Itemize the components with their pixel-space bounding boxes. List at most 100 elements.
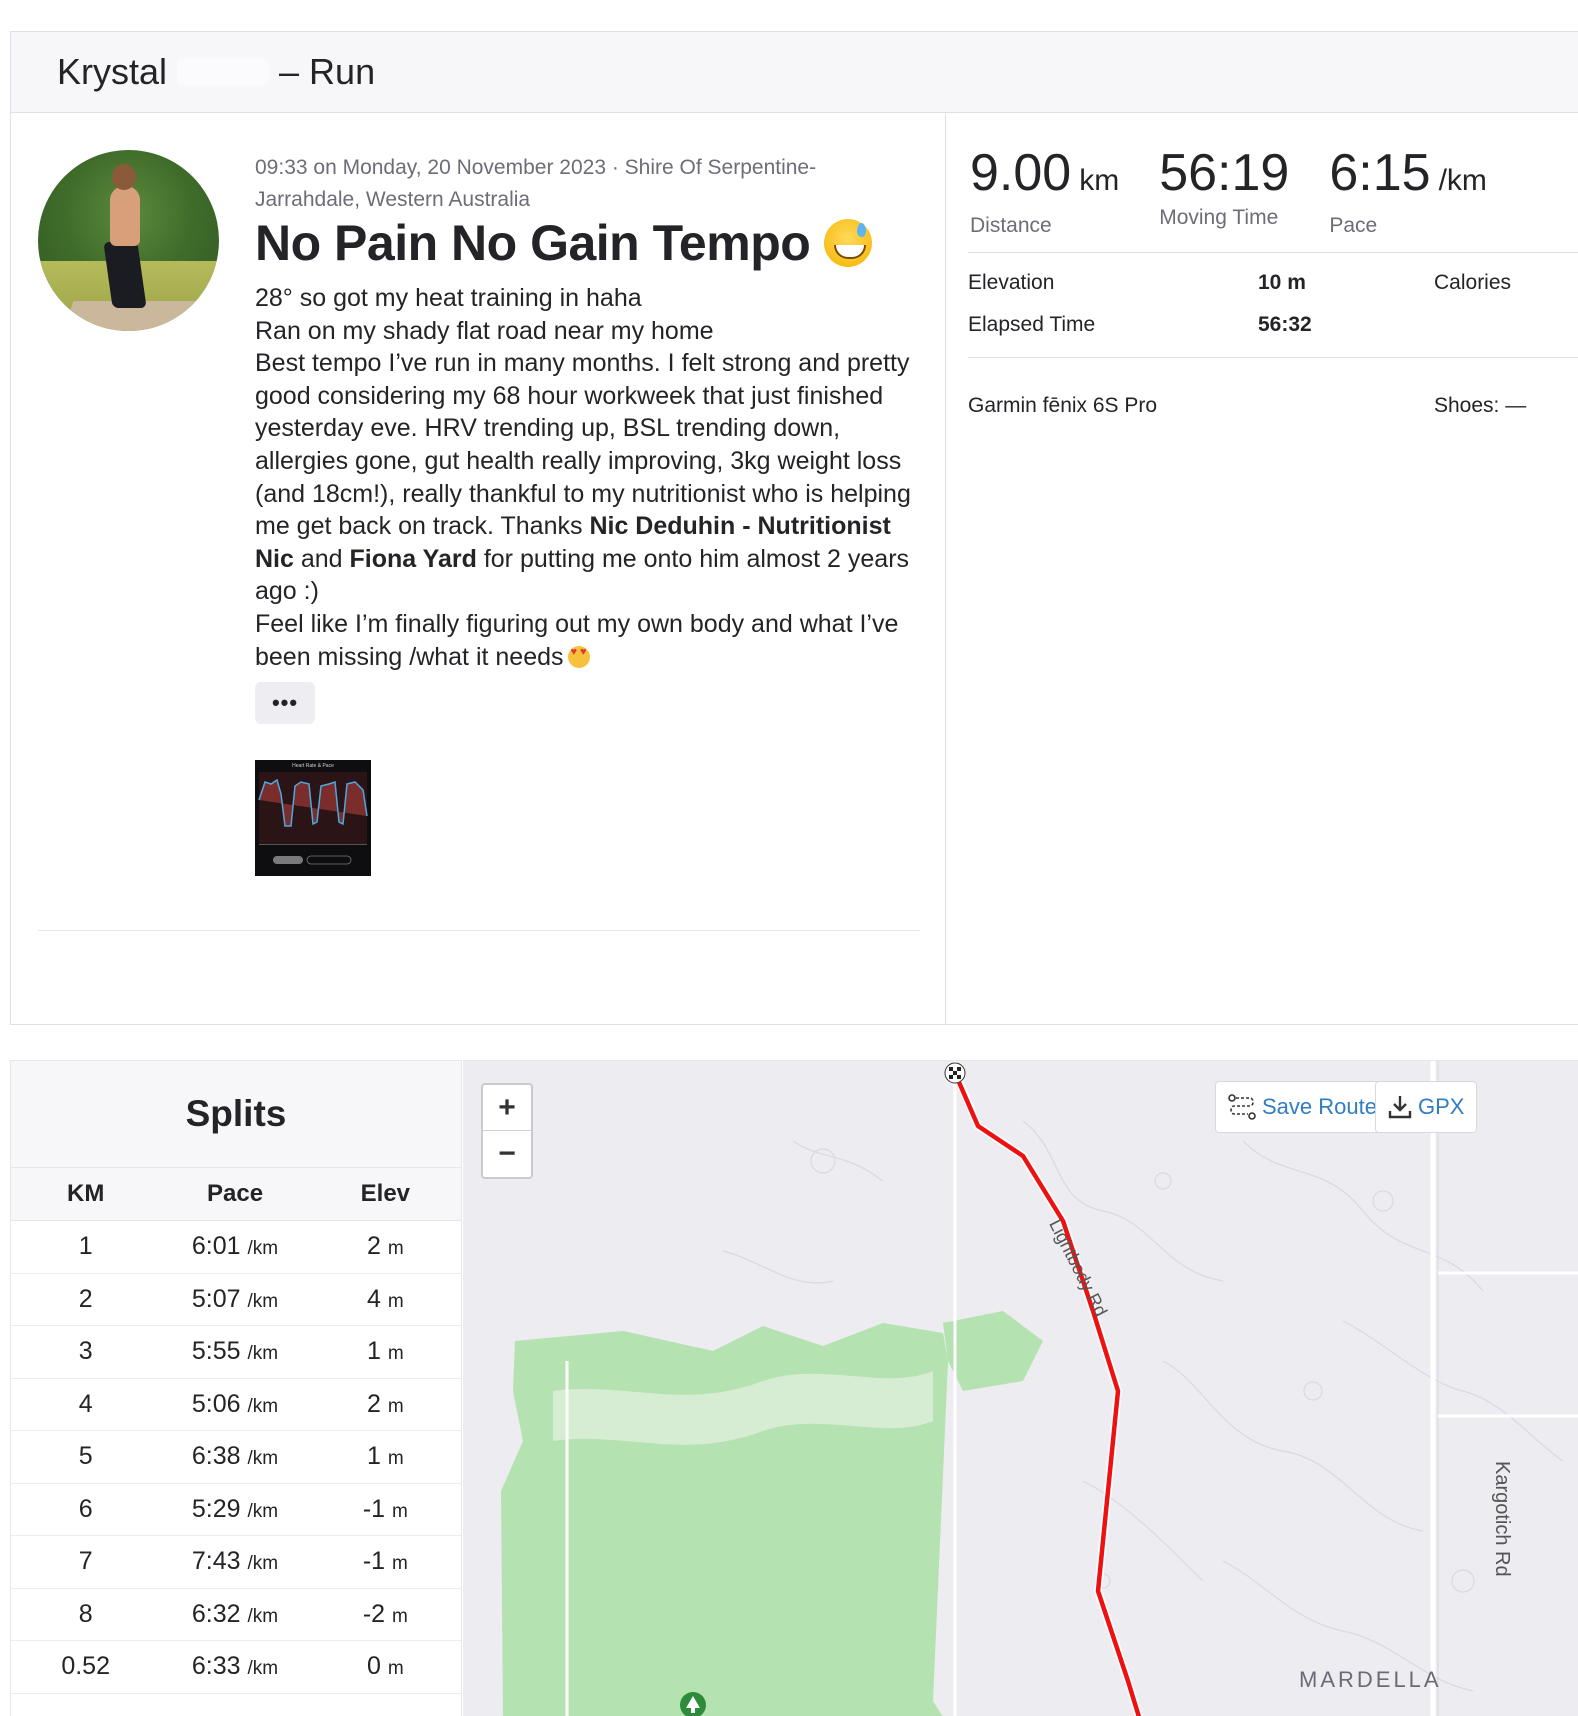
split-pace-value: 6:33 [191,1652,241,1681]
calories-label: Calories [1434,271,1512,294]
split-elev-unit: m [387,1238,404,1260]
pace-value: 6:15 [1329,144,1431,202]
split-pace: 5:07 /km [160,1285,309,1314]
split-pace-value: 5:06 [191,1389,241,1418]
activity-title-text: No Pain No Gain Tempo [255,215,811,271]
split-elev-unit: m [392,1500,408,1522]
split-km: 7 [78,1547,93,1576]
split-elev: 1 m [310,1337,461,1366]
zoom-control: + − [481,1083,533,1179]
column-header-pace: Pace [206,1180,264,1207]
gpx-download-button[interactable]: GPX [1375,1081,1478,1133]
athlete-name[interactable]: Krystal [57,51,167,93]
suburb-label: MARDELLA [1299,1667,1442,1692]
mention-link[interactable]: Fiona Yard [350,545,477,573]
secondary-stats: Elevation 10 m Calories Elapsed Time 56:… [968,252,1578,358]
split-pace: 5:55 /km [160,1337,309,1366]
activity-details: 09:33 on Monday, 20 November 2023 · Shir… [11,114,946,1024]
split-km: 1 [78,1232,93,1261]
stat-pace: 6:15/km Pace [1329,144,1487,238]
split-pace-value: 6:38 [191,1442,241,1471]
split-elev-value: 2 [367,1389,381,1418]
split-elev: 1 m [310,1442,461,1471]
distance-value: 9.00 [970,144,1072,202]
split-km: 8 [78,1599,93,1628]
save-route-button[interactable]: Save Route [1215,1081,1390,1133]
description-line: Ran on my shady flat road near my home [255,316,714,345]
sweat-smile-emoji-icon [824,219,873,267]
activity-type: – Run [279,51,376,92]
split-elev: -1 m [310,1547,461,1576]
activity-description: 28° so got my heat training in haha Ran … [255,282,915,673]
split-pace-value: 7:43 [191,1547,241,1576]
split-row: 6 5:29 /km -1 m [11,1484,461,1536]
avatar[interactable] [38,150,219,331]
split-pace-unit: /km [247,1238,279,1260]
more-button[interactable]: ••• [255,682,315,724]
split-km: 5 [78,1442,93,1471]
splits-panel: Splits KM Pace Elev 1 6:01 /km 2 m 2 5:07 /k… [10,1060,462,1716]
activity-photo[interactable]: Heart Rate & Pace [255,760,371,876]
split-pace-unit: /km [247,1605,279,1627]
split-elev-value: -1 [362,1494,386,1523]
split-elev-unit: m [387,1658,404,1680]
elapsed-value: 56:32 [1258,313,1312,336]
split-pace: 6:32 /km [160,1600,309,1629]
stat-moving-time: 56:19 Moving Time [1159,144,1289,238]
description-line: 28° so got my heat training in haha [255,284,642,312]
split-km: 0.52 [61,1652,110,1681]
distance-unit: km [1079,164,1120,197]
description-line: Feel like I’m finally figuring out my ow… [255,608,915,673]
card-header: Krystal – Run [11,32,1578,113]
page-title: Krystal – Run [57,51,375,93]
elapsed-row: Elapsed Time 56:32 [968,313,1578,343]
split-row: 3 5:55 /km 1 m [11,1326,461,1379]
splits-header-row: KM Pace Elev [11,1167,461,1221]
elevation-label: Elevation [968,271,1055,294]
split-elev-unit: m [392,1605,408,1627]
split-row: 1 6:01 /km 2 m [11,1221,461,1274]
download-icon [1388,1094,1412,1120]
activity-stats: 9.00 km Distance 56:19 Moving Time 6:15/k… [946,114,1578,1024]
split-pace-unit: /km [247,1290,279,1312]
split-row: 8 6:32 /km -2 m [11,1589,461,1641]
elapsed-label: Elapsed Time [968,313,1096,336]
description-paragraph: Best tempo I’ve run in many months. I fe… [255,347,915,608]
split-elev-unit: m [387,1290,404,1312]
gpx-label: GPX [1418,1094,1465,1119]
split-km: 6 [78,1494,93,1523]
split-row: 7 7:43 /km -1 m [11,1536,461,1589]
photo-caption: Heart Rate & Pace [292,763,334,769]
route-map[interactable]: + − Save Route GPX Lightbody Rd Kargotic… [463,1060,1578,1716]
pace-unit: /km [1438,164,1487,197]
split-pace: 7:43 /km [160,1547,309,1576]
shoes-info: Shoes: — [1434,394,1527,417]
primary-stats: 9.00 km Distance 56:19 Moving Time 6:15/k… [970,144,1527,238]
heart-eyes-emoji-icon [567,645,590,668]
split-elev-value: 1 [367,1442,381,1471]
column-header-km: KM [67,1180,105,1207]
split-elev-value: 4 [367,1284,381,1313]
zoom-in-button[interactable]: + [483,1085,531,1131]
zoom-out-button[interactable]: − [483,1131,531,1177]
split-elev-value: 0 [367,1652,381,1681]
split-pace-value: 5:07 [191,1284,241,1313]
split-elev: -2 m [310,1600,461,1629]
card-body: 09:33 on Monday, 20 November 2023 · Shir… [11,114,1578,1024]
moving-time-label: Moving Time [1159,206,1279,229]
split-km: 4 [78,1389,93,1418]
split-pace-value: 6:32 [191,1599,241,1628]
split-pace-value: 6:01 [191,1232,241,1261]
split-pace: 6:38 /km [160,1442,309,1471]
elevation-row: Elevation 10 m Calories [968,271,1578,301]
split-elev: 2 m [310,1232,461,1261]
split-pace-value: 5:55 [191,1337,241,1366]
split-pace: 5:29 /km [160,1495,309,1524]
elevation-value: 10 m [1258,271,1306,294]
activity-title: No Pain No Gain Tempo [255,214,873,272]
split-elev: 2 m [310,1390,461,1419]
split-pace-unit: /km [247,1553,279,1575]
split-pace: 5:06 /km [160,1390,309,1419]
stat-distance: 9.00 km Distance [970,144,1119,238]
split-elev-unit: m [387,1395,404,1417]
